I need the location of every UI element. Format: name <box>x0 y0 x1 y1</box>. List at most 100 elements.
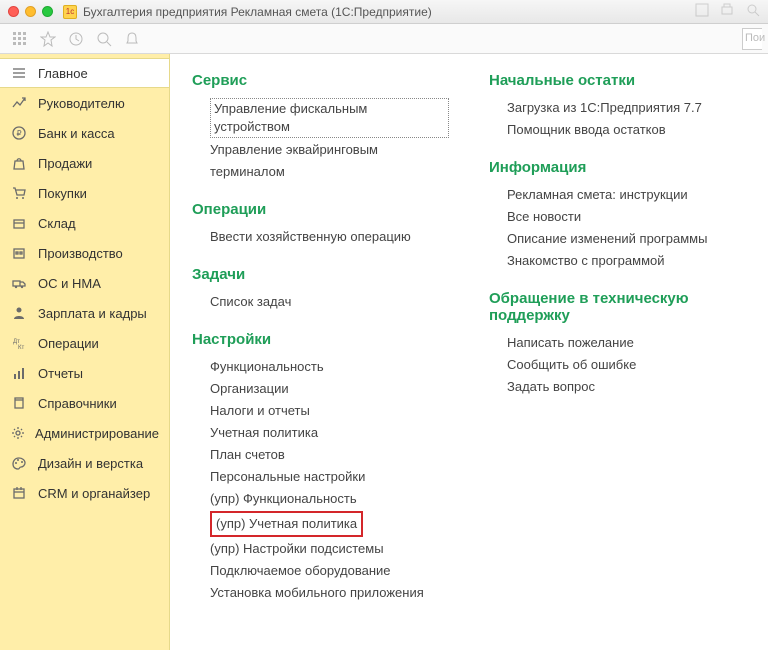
main-toolbar: Пои <box>0 24 768 54</box>
sidebar-item-4[interactable]: Покупки <box>0 178 169 208</box>
sidebar-item-7[interactable]: ОС и НМА <box>0 268 169 298</box>
sidebar-item-label: Банк и касса <box>38 126 115 141</box>
sidebar-item-label: Зарплата и кадры <box>38 306 147 321</box>
zoom-window-button[interactable] <box>42 6 53 17</box>
sidebar-item-label: Справочники <box>38 396 117 411</box>
content-link[interactable]: Задать вопрос <box>507 376 746 398</box>
sidebar-item-label: Отчеты <box>38 366 83 381</box>
content-link[interactable]: Рекламная смета: инструкции <box>507 184 746 206</box>
content-link[interactable]: (упр) Учетная политика <box>210 511 363 537</box>
sidebar-item-label: Продажи <box>38 156 92 171</box>
content-link[interactable]: (упр) Настройки подсистемы <box>210 538 449 560</box>
print-icon[interactable] <box>720 3 734 17</box>
person-icon <box>10 306 28 320</box>
app-icon: 1c <box>63 5 77 19</box>
content-link[interactable]: План счетов <box>210 444 449 466</box>
section-title: Операции <box>192 201 449 218</box>
apps-icon[interactable] <box>6 25 34 53</box>
content-column-right: Начальные остатки Загрузка из 1С:Предприя… <box>489 72 746 604</box>
sidebar-item-label: Главное <box>38 66 88 81</box>
link-list: ФункциональностьОрганизацииНалоги и отче… <box>192 356 449 604</box>
content-link[interactable]: Помощник ввода остатков <box>507 119 746 141</box>
content-link[interactable]: (упр) Функциональность <box>210 488 449 510</box>
window-action-icon[interactable] <box>695 3 709 17</box>
link-list: Управление фискальным устройствомУправле… <box>192 97 449 183</box>
svg-text:Кт: Кт <box>18 345 24 350</box>
menu-icon <box>10 66 28 80</box>
content-link[interactable]: Список задач <box>210 291 449 313</box>
content-link[interactable]: Загрузка из 1С:Предприятия 7.7 <box>507 97 746 119</box>
window-title: Бухгалтерия предприятия Рекламная смета … <box>83 5 432 19</box>
sidebar-item-11[interactable]: Справочники <box>0 388 169 418</box>
content-link[interactable]: Описание изменений программы <box>507 228 746 250</box>
sidebar-item-5[interactable]: Склад <box>0 208 169 238</box>
search-input[interactable]: Пои <box>742 28 762 50</box>
content-link[interactable]: Налоги и отчеты <box>210 400 449 422</box>
chart-icon <box>10 96 28 110</box>
link-list: Ввести хозяйственную операцию <box>192 226 449 248</box>
sidebar-item-8[interactable]: Зарплата и кадры <box>0 298 169 328</box>
content-link[interactable]: Управление фискальным устройством <box>210 98 449 138</box>
sidebar-item-3[interactable]: Продажи <box>0 148 169 178</box>
sidebar-item-label: Операции <box>38 336 99 351</box>
content-link[interactable]: Подключаемое оборудование <box>210 560 449 582</box>
sidebar-item-label: Дизайн и верстка <box>38 456 143 471</box>
content-link[interactable]: Сообщить об ошибке <box>507 354 746 376</box>
truck-icon <box>10 276 28 290</box>
bag-icon <box>10 156 28 170</box>
dtkt-icon: ДтКт <box>10 336 28 350</box>
minimize-window-button[interactable] <box>25 6 36 17</box>
calendar-icon <box>10 486 28 500</box>
section-title: Обращение в техническую поддержку <box>489 290 746 324</box>
svg-text:₽: ₽ <box>16 129 21 138</box>
sidebar-item-1[interactable]: Руководителю <box>0 88 169 118</box>
content-link[interactable]: Организации <box>210 378 449 400</box>
content-column-left: СервисУправление фискальным устройствомУ… <box>192 72 449 604</box>
bars-icon <box>10 366 28 380</box>
sidebar-item-13[interactable]: Дизайн и верстка <box>0 448 169 478</box>
section-title: Настройки <box>192 331 449 348</box>
cart-icon <box>10 186 28 200</box>
section-title: Информация <box>489 159 746 176</box>
content-area: СервисУправление фискальным устройствомУ… <box>170 54 768 650</box>
link-list: Написать пожеланиеСообщить об ошибкеЗада… <box>489 332 746 398</box>
sidebar-item-2[interactable]: ₽ Банк и касса <box>0 118 169 148</box>
sidebar-item-9[interactable]: ДтКт Операции <box>0 328 169 358</box>
link-list: Загрузка из 1С:Предприятия 7.7Помощник в… <box>489 97 746 141</box>
search-small-icon[interactable] <box>746 3 760 17</box>
sidebar-item-6[interactable]: Производство <box>0 238 169 268</box>
sidebar-item-14[interactable]: CRM и органайзер <box>0 478 169 508</box>
sidebar-item-12[interactable]: Администрирование <box>0 418 169 448</box>
gear-icon <box>10 426 25 440</box>
close-window-button[interactable] <box>8 6 19 17</box>
section-title: Начальные остатки <box>489 72 746 89</box>
book-icon <box>10 396 28 410</box>
history-icon[interactable] <box>62 25 90 53</box>
window-controls <box>8 6 53 17</box>
content-link[interactable]: Установка мобильного приложения <box>210 582 449 604</box>
content-link[interactable]: Учетная политика <box>210 422 449 444</box>
sidebar: Главное Руководителю ₽ Банк и касса Продажи П… <box>0 54 170 650</box>
sidebar-item-label: Руководителю <box>38 96 125 111</box>
favorite-icon[interactable] <box>34 25 62 53</box>
section-title: Сервис <box>192 72 449 89</box>
sidebar-item-label: Склад <box>38 216 76 231</box>
content-link[interactable]: Управление эквайринговым терминалом <box>210 139 449 183</box>
content-link[interactable]: Написать пожелание <box>507 332 746 354</box>
sidebar-item-10[interactable]: Отчеты <box>0 358 169 388</box>
content-link[interactable]: Функциональность <box>210 356 449 378</box>
titlebar-right-icons <box>687 3 760 20</box>
ruble-icon: ₽ <box>10 126 28 140</box>
link-list: Список задач <box>192 291 449 313</box>
sidebar-item-0[interactable]: Главное <box>0 58 169 88</box>
sidebar-item-label: CRM и органайзер <box>38 486 150 501</box>
content-link[interactable]: Ввести хозяйственную операцию <box>210 226 449 248</box>
bell-icon[interactable] <box>118 25 146 53</box>
content-link[interactable]: Персональные настройки <box>210 466 449 488</box>
search-icon[interactable] <box>90 25 118 53</box>
content-link[interactable]: Все новости <box>507 206 746 228</box>
sidebar-item-label: Администрирование <box>35 426 159 441</box>
content-link[interactable]: Знакомство с программой <box>507 250 746 272</box>
section-title: Задачи <box>192 266 449 283</box>
sidebar-item-label: ОС и НМА <box>38 276 101 291</box>
